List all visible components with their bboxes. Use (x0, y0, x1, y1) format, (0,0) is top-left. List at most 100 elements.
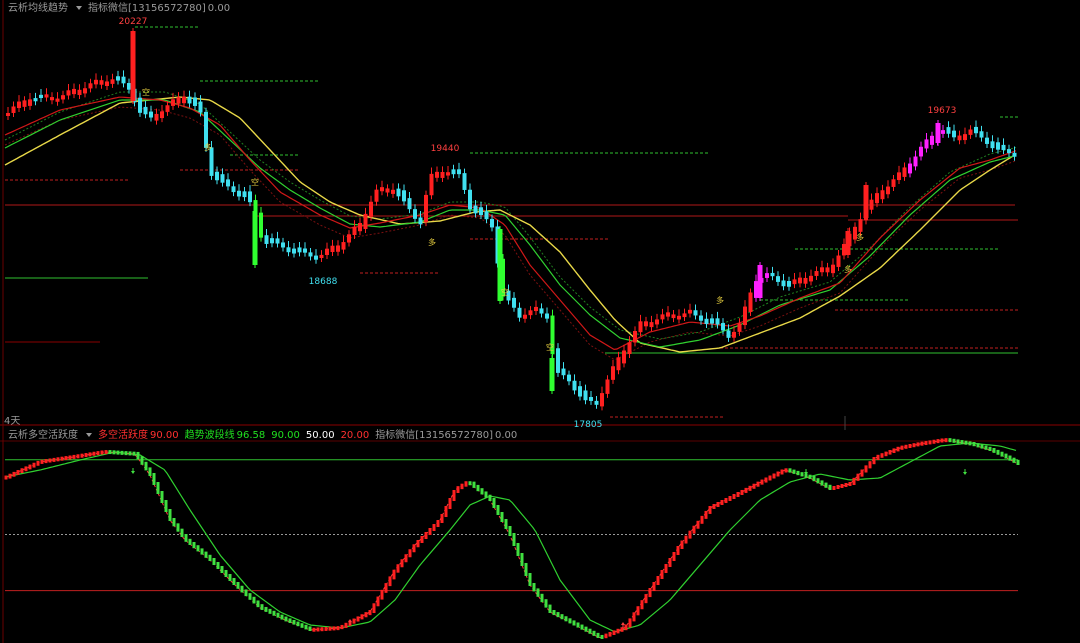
candle-body (171, 99, 175, 106)
candle-body (55, 98, 60, 102)
oscillator-bar (96, 451, 100, 456)
oscillator-bar (236, 582, 240, 589)
candle-body (407, 198, 412, 210)
chevron-down-icon[interactable] (86, 432, 92, 437)
oscillator-bar (244, 589, 248, 597)
candle-body (638, 321, 643, 333)
oscillator-bar (1012, 457, 1016, 463)
oscillator-bar (760, 479, 764, 485)
oscillator-bar (132, 451, 136, 456)
oscillator-bar (884, 451, 888, 457)
candle-body (688, 309, 692, 314)
oscillator-bar (976, 443, 980, 448)
candle-body (825, 267, 830, 273)
oscillator-bar (280, 614, 284, 620)
candle-body (281, 242, 285, 248)
oscillator-bar (32, 462, 36, 468)
candle-body (968, 129, 973, 135)
candle-body (237, 190, 241, 197)
oscillator-bar (264, 606, 268, 612)
level-mid-value: 50.00 (305, 430, 335, 441)
oscillator-bar (504, 519, 508, 529)
signal-mark: 空 (546, 342, 554, 352)
candle-body (979, 131, 984, 138)
candle-body (242, 191, 247, 198)
candle-body (534, 306, 538, 312)
oscillator-bar (196, 545, 200, 552)
oscillator-bar (876, 454, 880, 461)
candle-body (666, 312, 670, 317)
oscillator-bar (580, 624, 584, 630)
oscillator-bar (488, 494, 492, 501)
candle-body (187, 96, 192, 104)
candle-body (358, 222, 362, 232)
oscillator-bar (444, 506, 448, 517)
candle-body (385, 188, 390, 193)
oscillator-bar (152, 473, 156, 485)
oscillator-bar (208, 554, 212, 561)
oscillator-bar (176, 523, 180, 532)
peak-label: 19440 (431, 144, 460, 154)
bottom-indicator-name[interactable]: 云析多空活跃度 (8, 430, 78, 441)
oscillator-bar (668, 558, 672, 567)
oscillator-bar (892, 448, 896, 453)
oscillator-bar (860, 469, 864, 477)
oscillator-bar (648, 588, 652, 598)
oscillator-bar (664, 564, 668, 573)
oscillator-bar (532, 583, 536, 592)
oscillator-bar (364, 612, 368, 618)
candle-body (451, 169, 456, 175)
oscillator-bar (272, 610, 276, 616)
oscillator-bar (140, 456, 144, 465)
candle-body (396, 188, 401, 197)
candle-body (429, 173, 434, 196)
candle-body (39, 94, 43, 99)
oscillator-bar (8, 473, 12, 479)
oscillator-bar (856, 473, 860, 481)
candle-body (61, 95, 65, 100)
oscillator-bar (812, 476, 816, 482)
trend-value: 96.58 (236, 430, 266, 441)
oscillator-bar (184, 534, 188, 542)
signal-mark: 多 (428, 237, 436, 247)
oscillator-bar (588, 628, 592, 634)
oscillator-bar (528, 573, 532, 586)
candle-body (886, 186, 890, 195)
oscillator-bar (696, 520, 700, 529)
oscillator-bar (120, 450, 124, 455)
candle-body (363, 213, 368, 229)
candle-body (732, 331, 736, 338)
oscillator-bar (832, 486, 836, 490)
oscillator-bar (552, 610, 556, 616)
candle-body (99, 80, 104, 85)
candle-body (913, 156, 918, 167)
oscillator-bar (956, 439, 960, 444)
oscillator-bar (608, 632, 612, 637)
candle-body (77, 89, 82, 96)
oscillator-bar (404, 554, 408, 563)
oscillator-bar (816, 478, 820, 484)
oscillator-bar (480, 488, 484, 495)
candle-body (314, 255, 318, 260)
oscillator-bar (220, 566, 224, 573)
oscillator-bar (732, 494, 736, 499)
oscillator-bar (304, 624, 308, 630)
oscillator-bar (712, 504, 716, 509)
oscillator-bar (980, 444, 984, 449)
oscillator-bar (704, 510, 708, 519)
oscillator-bar (632, 612, 636, 622)
candle-body (600, 393, 604, 407)
oscillator-bar (512, 533, 516, 546)
candle-body (303, 248, 307, 253)
oscillator-bar (496, 505, 500, 515)
oscillator-bar (456, 486, 460, 493)
candle-body (248, 191, 252, 203)
candle-body (127, 83, 131, 90)
oscillator-bar (728, 496, 732, 501)
oscillator-bar (344, 622, 348, 628)
candle-body (589, 397, 593, 401)
oscillator-bar (880, 453, 884, 458)
chevron-down-icon[interactable] (76, 5, 82, 10)
top-indicator-name[interactable]: 云析均线趋势 (8, 3, 68, 14)
oscillator-bar (616, 628, 620, 634)
